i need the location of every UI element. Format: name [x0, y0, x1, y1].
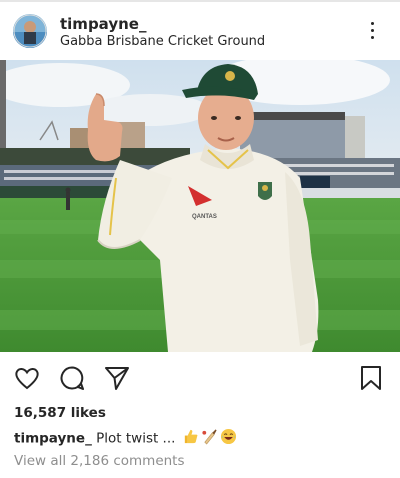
thumbs-up-emoji [182, 428, 199, 449]
jersey-sponsor: QANTAS [192, 214, 217, 220]
post-caption: timpayne_ Plot twist ... [14, 428, 237, 449]
avatar[interactable] [13, 14, 47, 48]
caption-text: Plot twist ... [91, 430, 180, 447]
send-icon[interactable] [103, 364, 131, 392]
post-location[interactable]: Gabba Brisbane Cricket Ground [60, 34, 265, 49]
more-options-icon[interactable] [364, 18, 380, 44]
cricket-bat-emoji [201, 428, 218, 449]
post-actions [0, 352, 400, 400]
post-username[interactable]: timpayne_ [60, 15, 146, 33]
post-header: timpayne_ Gabba Brisbane Cricket Ground [0, 4, 400, 60]
likes-count[interactable]: 16,587 likes [14, 405, 106, 421]
top-divider [0, 0, 400, 2]
heart-icon[interactable] [13, 364, 41, 392]
laughing-emoji [220, 428, 237, 449]
comment-icon[interactable] [58, 364, 86, 392]
caption-username[interactable]: timpayne_ [14, 431, 92, 447]
post-photo[interactable]: QANTAS [0, 60, 400, 352]
bookmark-icon[interactable] [357, 364, 385, 392]
view-all-comments-link[interactable]: View all 2,186 comments [14, 453, 185, 469]
